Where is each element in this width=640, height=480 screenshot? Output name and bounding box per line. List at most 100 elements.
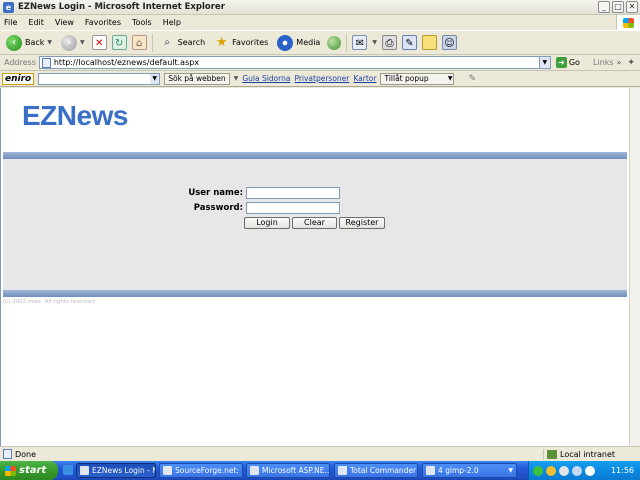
- go-button[interactable]: ➜ Go: [555, 57, 580, 68]
- link-privatpersoner[interactable]: Privatpersoner: [294, 74, 349, 83]
- history-icon[interactable]: [327, 35, 342, 50]
- chevron-down-icon[interactable]: ▼: [448, 74, 453, 84]
- chevron-down-icon[interactable]: ▼: [372, 39, 377, 46]
- go-arrow-icon: ➜: [555, 57, 567, 68]
- page-icon: [3, 449, 12, 459]
- clear-button[interactable]: Clear: [292, 217, 337, 229]
- refresh-icon[interactable]: ↻: [111, 35, 127, 50]
- quicklaunch-ie-icon[interactable]: [63, 465, 73, 475]
- header-band: [3, 152, 627, 159]
- task-gimp[interactable]: 4 gimp-2.0 ▼: [422, 463, 517, 478]
- media-icon: [277, 34, 294, 51]
- stop-icon[interactable]: ✕: [91, 35, 107, 50]
- menu-tools[interactable]: Tools: [132, 18, 152, 27]
- chevron-down-icon[interactable]: ▼: [234, 75, 239, 82]
- mail-icon[interactable]: ✉: [352, 35, 368, 50]
- toolbar-separator: [151, 33, 153, 52]
- chevron-down-icon[interactable]: ▼: [47, 39, 52, 46]
- chevron-down-icon[interactable]: ▼: [80, 39, 85, 46]
- ie-icon: e: [3, 1, 14, 13]
- popup-label: Tillåt popup: [384, 73, 429, 83]
- highlight-icon[interactable]: ✎: [468, 74, 476, 84]
- task-sourceforge[interactable]: SourceForge.net: ...: [159, 463, 243, 478]
- task-label: EZNews Login - Mi...: [92, 466, 155, 475]
- system-tray: 11:56: [528, 461, 640, 480]
- taskbar: start EZNews Login - Mi... SourceForge.n…: [0, 461, 640, 480]
- status-text: Done: [15, 449, 37, 459]
- media-label: Media: [296, 38, 321, 47]
- go-label: Go: [568, 58, 580, 67]
- clock[interactable]: 11:56: [611, 466, 634, 475]
- discuss-icon[interactable]: [421, 35, 437, 50]
- chevron-right-icon[interactable]: »: [617, 58, 622, 67]
- search-icon: ⌕: [164, 37, 170, 48]
- close-button[interactable]: ✕: [626, 1, 638, 13]
- eniro-search-input[interactable]: ▼: [38, 72, 161, 85]
- links-label[interactable]: Links: [593, 58, 614, 67]
- menu-bar: File Edit View Favorites Tools Help: [0, 15, 640, 30]
- link-gula-sidorna[interactable]: Gula Sidorna: [242, 74, 290, 83]
- task-label: SourceForge.net: ...: [175, 466, 243, 475]
- menu-view[interactable]: View: [55, 18, 74, 27]
- intranet-icon: [547, 450, 557, 459]
- maximize-button[interactable]: □: [612, 1, 624, 13]
- task-eznews[interactable]: EZNews Login - Mi...: [76, 463, 156, 478]
- login-button[interactable]: Login: [244, 217, 290, 229]
- print-icon[interactable]: ⎙: [381, 35, 397, 50]
- title-bar: e EZNews Login - Microsoft Internet Expl…: [0, 0, 640, 15]
- ie-icon: [80, 466, 89, 475]
- address-label: Address: [4, 58, 36, 67]
- network-icon[interactable]: [546, 465, 556, 476]
- home-icon[interactable]: ⌂: [131, 35, 147, 50]
- media-button[interactable]: Media: [275, 33, 322, 53]
- username-input[interactable]: [246, 187, 340, 199]
- forward-arrow-icon: ›: [61, 34, 78, 51]
- link-kartor[interactable]: Kartor: [353, 74, 376, 83]
- search-button[interactable]: ⌕ Search: [158, 33, 207, 53]
- username-label: User name:: [188, 188, 243, 198]
- favorites-button[interactable]: ★ Favorites: [212, 33, 270, 53]
- eniro-logo[interactable]: eniro: [2, 72, 35, 85]
- menu-favorites[interactable]: Favorites: [85, 18, 121, 27]
- status-bar: Done Local intranet: [0, 446, 640, 461]
- messenger-icon[interactable]: ☺: [441, 35, 457, 50]
- settings-icon[interactable]: [585, 465, 595, 476]
- edit-icon[interactable]: ✎: [401, 35, 417, 50]
- security-zone[interactable]: Local intranet: [543, 449, 615, 460]
- gimp-icon: [426, 466, 435, 475]
- zone-label: Local intranet: [560, 450, 616, 459]
- address-input[interactable]: http://localhost/eznews/default.aspx ▼: [38, 56, 551, 69]
- toolbar-options-icon[interactable]: ✦: [627, 58, 635, 68]
- menu-file[interactable]: File: [4, 18, 17, 27]
- chevron-down-icon[interactable]: ▼: [538, 57, 550, 68]
- popup-button[interactable]: Tillåt popup ▼: [380, 72, 455, 85]
- ie-icon: [163, 466, 172, 475]
- forward-button[interactable]: › ▼: [59, 33, 87, 53]
- password-label: Password:: [193, 203, 243, 213]
- window-title: EZNews Login - Microsoft Internet Explor…: [18, 2, 225, 12]
- minimize-button[interactable]: _: [598, 1, 610, 13]
- sync-icon[interactable]: [559, 465, 569, 476]
- back-button[interactable]: ‹ Back ▼: [4, 33, 54, 53]
- register-button[interactable]: Register: [339, 217, 385, 229]
- task-total-commander[interactable]: Total Commander ...: [334, 463, 418, 478]
- task-label: Microsoft ASP.NE...: [262, 466, 330, 475]
- volume-icon[interactable]: [572, 465, 582, 476]
- address-url: http://localhost/eznews/default.aspx: [53, 58, 200, 67]
- windows-logo-icon: [5, 465, 16, 476]
- menu-edit[interactable]: Edit: [28, 18, 44, 27]
- task-asp-net[interactable]: Microsoft ASP.NE...: [246, 463, 330, 478]
- chevron-down-icon[interactable]: ▼: [150, 73, 160, 84]
- status-icon[interactable]: [533, 465, 543, 476]
- eniro-toolbar: eniro ▼ Sök på webben ▼ Gula Sidorna Pri…: [0, 71, 640, 87]
- start-button[interactable]: start: [0, 461, 58, 480]
- menu-help[interactable]: Help: [163, 18, 181, 27]
- username-row: User name:: [183, 187, 340, 199]
- password-input[interactable]: [246, 202, 340, 214]
- page-content: EZNews User name: Password: Login Clear …: [0, 88, 629, 446]
- chevron-down-icon: ▼: [508, 467, 513, 474]
- eniro-search-button[interactable]: Sök på webben: [164, 72, 230, 85]
- app-icon: [250, 466, 259, 475]
- vertical-scrollbar[interactable]: [629, 88, 640, 446]
- form-buttons: Login Clear Register: [244, 217, 385, 229]
